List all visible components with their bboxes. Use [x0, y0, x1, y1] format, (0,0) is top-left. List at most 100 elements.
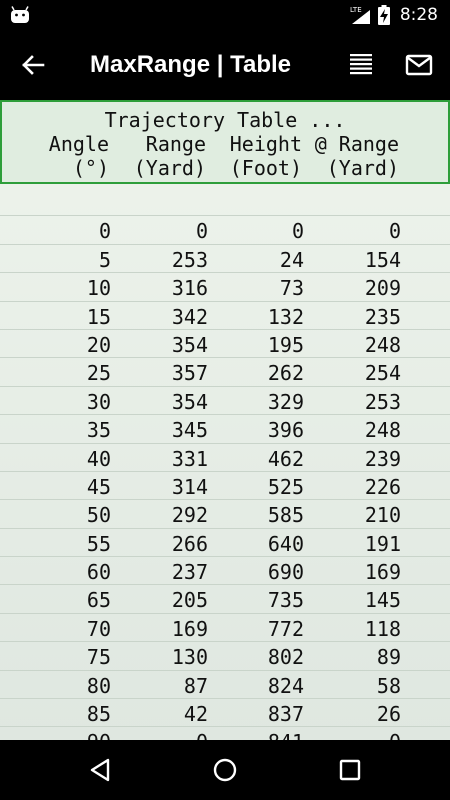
column-units-row: (°) (Yard) (Foot) (Yard): [2, 156, 448, 180]
cell-angle: 0: [98, 219, 111, 244]
cell-range: 42: [183, 702, 208, 727]
trajectory-table[interactable]: Trajectory Table ... Angle Range Height …: [0, 100, 450, 740]
cell-at-range: 169: [364, 560, 401, 585]
cell-at-range: 58: [376, 673, 401, 698]
cell-range: 0: [196, 727, 208, 740]
cell-at-range: 0: [389, 727, 401, 740]
table-body: 0 0 0 0 5 253 24 154 10 316 73 209 15 34…: [0, 188, 450, 740]
cell-range: 237: [171, 560, 208, 585]
cell-at-range: 248: [364, 332, 401, 357]
cell-height: 525: [267, 474, 304, 499]
status-icons: LTE 8:28: [350, 0, 438, 30]
cell-angle: 60: [86, 560, 111, 585]
cell-range: 205: [171, 588, 208, 613]
cell-at-range: 226: [364, 474, 401, 499]
cell-at-range: 209: [364, 276, 401, 301]
table-row: 15 342 132 235: [0, 302, 450, 330]
cell-at-range: 154: [364, 247, 401, 272]
cell-height: 132: [267, 304, 304, 329]
cell-range: 314: [171, 474, 208, 499]
cell-angle: 65: [86, 588, 111, 613]
table-row: 50 292 585 210: [0, 500, 450, 529]
table-row: 30 354 329 253: [0, 387, 450, 416]
cell-at-range: 26: [376, 702, 401, 727]
cell-range: 292: [171, 503, 208, 528]
column-names-row: Angle Range Height @ Range: [2, 132, 448, 156]
cell-range: 87: [183, 673, 208, 698]
column-name-angle: Angle: [48, 132, 109, 156]
table-row: 60 237 690 169: [0, 557, 450, 586]
table-row: 40 331 462 239: [0, 444, 450, 472]
recents-square-icon[interactable]: [334, 754, 366, 786]
table-row: 70 169 772 118: [0, 614, 450, 643]
cell-at-range: 191: [364, 531, 401, 556]
cell-height: 824: [267, 673, 304, 698]
cell-angle: 25: [86, 361, 111, 386]
table-row: [0, 188, 450, 217]
cell-angle: 35: [86, 418, 111, 443]
cell-range: 316: [171, 276, 208, 301]
network-label: LTE: [350, 6, 362, 14]
table-header: Trajectory Table ... Angle Range Height …: [0, 100, 450, 184]
mail-icon[interactable]: [404, 50, 434, 80]
table-row: 45 314 525 226: [0, 472, 450, 501]
cell-height: 802: [267, 645, 304, 670]
cell-angle: 40: [86, 446, 111, 471]
cell-angle: 80: [86, 673, 111, 698]
column-unit-range: (Yard): [133, 156, 206, 180]
cell-at-range: 254: [364, 361, 401, 386]
lte-signal-icon: LTE: [350, 6, 370, 24]
cell-angle: 20: [86, 332, 111, 357]
table-row: 65 205 735 145: [0, 585, 450, 614]
home-circle-icon[interactable]: [209, 754, 241, 786]
cell-height: 262: [267, 361, 304, 386]
cell-height: 195: [267, 332, 304, 357]
cell-range: 354: [171, 332, 208, 357]
cell-at-range: 89: [376, 645, 401, 670]
table-row: 75 130 802 89: [0, 642, 450, 671]
cell-range: 266: [171, 531, 208, 556]
cell-range: 345: [171, 418, 208, 443]
cell-angle: 90: [87, 727, 111, 740]
cell-at-range: 248: [364, 418, 401, 443]
column-unit-angle: (°): [72, 156, 109, 180]
column-name-height: Height: [229, 132, 302, 156]
cell-range: 169: [171, 616, 208, 641]
cell-height: 396: [267, 418, 304, 443]
cell-height: 462: [267, 446, 304, 471]
cell-at-range: 235: [364, 304, 401, 329]
cell-height: 735: [267, 588, 304, 613]
cell-height: 24: [279, 247, 304, 272]
table-row: 35 345 396 248: [0, 415, 450, 444]
table-row: 25 357 262 254: [0, 358, 450, 387]
table-row: 90 0 841 0: [0, 727, 450, 740]
table-row: 80 87 824 58: [0, 671, 450, 700]
cell-range: 0: [195, 219, 208, 244]
column-name-range: Range: [145, 132, 206, 156]
cell-range: 253: [171, 247, 208, 272]
back-triangle-icon[interactable]: [84, 754, 116, 786]
table-row: 10 316 73 209: [0, 273, 450, 302]
table-row: 55 266 640 191: [0, 529, 450, 558]
cell-angle: 55: [86, 531, 111, 556]
cell-angle: 15: [86, 304, 111, 329]
cell-height: 837: [267, 702, 304, 727]
cell-height: 329: [267, 389, 304, 414]
cell-range: 130: [171, 645, 208, 670]
cell-range: 357: [171, 361, 208, 386]
cell-at-range: 210: [364, 503, 401, 528]
table-row: 20 354 195 248: [0, 330, 450, 359]
cell-angle: 50: [86, 503, 111, 528]
cell-height: 0: [291, 219, 304, 244]
cell-at-range: 239: [364, 446, 401, 471]
back-arrow-icon[interactable]: [18, 50, 48, 80]
cell-angle: 70: [86, 616, 111, 641]
cell-height: 690: [267, 560, 304, 585]
cell-angle: 85: [86, 702, 111, 727]
column-unit-at-range: (Yard): [326, 156, 399, 180]
cell-angle: 10: [86, 276, 111, 301]
cell-at-range: 253: [364, 389, 401, 414]
list-icon[interactable]: [346, 50, 376, 80]
app-bar: MaxRange | Table: [0, 30, 450, 100]
table-title: Trajectory Table ...: [104, 108, 346, 132]
